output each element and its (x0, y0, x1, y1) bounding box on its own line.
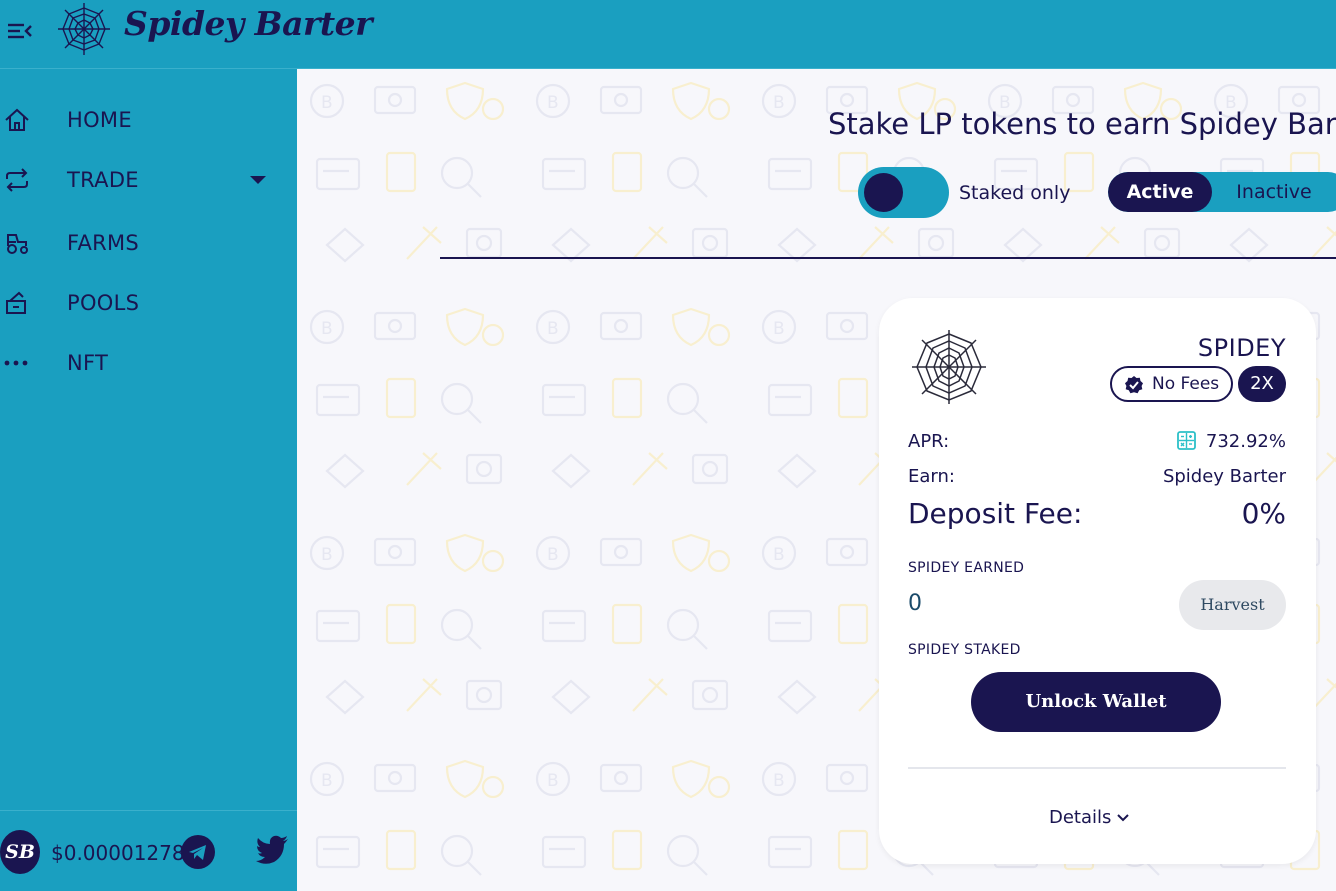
staked-only-label: Staked only (959, 182, 1071, 204)
divider (440, 257, 1336, 259)
sidebar-item-trade[interactable]: TRADE (0, 157, 297, 203)
status-tabs: Active Inactive (1108, 172, 1336, 212)
calculator-icon[interactable] (1177, 431, 1196, 450)
apr-value: 732.92% (1205, 431, 1286, 452)
token-name: SPIDEY (1197, 334, 1286, 362)
staked-only-toggle[interactable] (858, 167, 949, 218)
telegram-icon[interactable] (181, 835, 215, 869)
staked-label: SPIDEY STAKED (908, 642, 1021, 658)
chevron-down-icon (1117, 814, 1130, 822)
farm-card: SPIDEY No Fees 2X APR: 732.92% Earn: Spi… (879, 298, 1316, 864)
token-avatar: SB (0, 830, 40, 874)
verified-check-icon (1125, 376, 1143, 394)
spider-web-token-icon (909, 328, 989, 406)
multiplier-badge: 2X (1238, 366, 1286, 402)
sidebar-item-farms[interactable]: FARMS (0, 220, 297, 266)
no-fees-label: No Fees (1152, 374, 1220, 394)
tractor-icon (4, 231, 30, 255)
sidebar-item-pools[interactable]: POOLS (0, 280, 297, 326)
tab-active[interactable]: Active (1108, 172, 1212, 212)
pool-icon (4, 291, 30, 315)
toggle-knob (864, 173, 903, 212)
sidebar-item-label: POOLS (67, 291, 140, 315)
token-price: $0.00001278 (51, 841, 185, 865)
details-toggle[interactable]: Details (1049, 807, 1130, 828)
top-bar: Spidey Barter (0, 0, 1336, 69)
sidebar-item-label: FARMS (67, 231, 140, 255)
harvest-button[interactable]: Harvest (1179, 580, 1286, 630)
tab-inactive[interactable]: Inactive (1212, 172, 1336, 212)
deposit-fee-label: Deposit Fee: (908, 497, 1083, 530)
sidebar-item-label: TRADE (67, 168, 139, 192)
apr-row: 732.92% (1177, 431, 1286, 452)
home-icon (4, 108, 30, 132)
page-title: Stake LP tokens to earn Spidey Barter (828, 107, 1336, 141)
card-divider (908, 767, 1286, 769)
swap-arrows-icon (4, 168, 30, 192)
caret-down-icon[interactable] (250, 176, 266, 184)
earn-label: Earn: (908, 466, 955, 487)
sidebar: HOME TRADE FARMS POOLS NFT SB $0.0000127… (0, 69, 297, 891)
brand-title[interactable]: Spidey Barter (124, 4, 372, 43)
more-dots-icon (4, 351, 30, 375)
earned-value: 0 (908, 591, 922, 616)
earn-value: Spidey Barter (1162, 466, 1286, 487)
sidebar-footer: SB $0.00001278 (0, 810, 297, 891)
sidebar-item-home[interactable]: HOME (0, 97, 297, 143)
details-label: Details (1049, 807, 1112, 828)
unlock-wallet-button[interactable]: Unlock Wallet (971, 672, 1221, 732)
sidebar-item-label: NFT (67, 351, 109, 375)
collapse-menu-icon[interactable] (6, 20, 32, 42)
sidebar-item-nft[interactable]: NFT (0, 340, 297, 386)
earned-label: SPIDEY EARNED (908, 560, 1025, 576)
spider-web-logo-icon[interactable] (56, 2, 112, 56)
sidebar-item-label: HOME (67, 108, 132, 132)
main-content: B Stake LP tokens to earn (297, 69, 1336, 891)
no-fees-badge: No Fees (1110, 366, 1233, 402)
twitter-icon[interactable] (255, 835, 289, 865)
apr-label: APR: (908, 431, 950, 452)
deposit-fee-value: 0% (1241, 497, 1286, 530)
